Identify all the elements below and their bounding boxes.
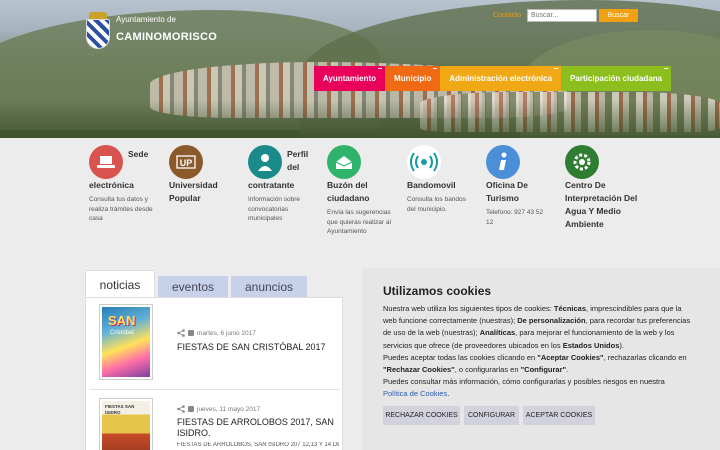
svg-text:UP: UP <box>180 158 193 168</box>
nav-administracion-electronica[interactable]: Administración electrónica <box>440 66 562 91</box>
quicklink-desc: Información sobre convocatorias municipa… <box>248 196 301 222</box>
news-excerpt: FIESTAS DE ARROLOBOS, SAN ISIDRO 207 12,… <box>177 442 339 448</box>
quicklink-sede-electronica[interactable]: Sede electrónica Consulta tus datos y re… <box>89 145 159 235</box>
news-divider <box>90 389 340 390</box>
nav-ayuntamiento[interactable]: Ayuntamiento <box>314 66 386 91</box>
configure-cookies-button[interactable]: CONFIGURAR <box>464 406 519 425</box>
quicklink-title: Sede <box>128 149 149 159</box>
cookie-text-part: . <box>447 389 450 399</box>
broadcast-icon <box>407 145 441 179</box>
cookie-text-part: Técnicas <box>553 304 587 313</box>
share-icon[interactable] <box>177 405 185 413</box>
nav-label: Administración electrónica <box>449 74 553 83</box>
nav-participacion-ciudadana[interactable]: Participación ciudadana <box>561 66 672 91</box>
news-date: martes, 6 junio 2017 <box>177 329 256 337</box>
accept-cookies-button[interactable]: ACEPTAR COOKIES <box>523 406 595 425</box>
share-icon[interactable] <box>177 329 185 337</box>
cookie-policy-link[interactable]: Política de Cookies <box>383 389 447 398</box>
quicklink-title: electrónica <box>89 180 134 190</box>
cookie-title: Utilizamos cookies <box>383 284 492 298</box>
cookie-text-part: Estados Unidos <box>562 340 620 350</box>
quicklink-universidad-popular[interactable]: UP Universidad Popular <box>169 145 239 215</box>
nav-label: Ayuntamiento <box>323 74 377 83</box>
cookie-text-part: , o configurarlas en <box>454 365 521 375</box>
cookie-banner: Utilizamos cookies Nuestra web utiliza l… <box>362 268 720 450</box>
news-thumbnail[interactable]: SAN Cristóbal <box>99 304 153 380</box>
up-icon: UP <box>169 145 203 179</box>
quicklink-desc: Consulta tus datos y realiza trámites de… <box>89 196 153 222</box>
gear-leaf-icon <box>565 145 599 179</box>
news-date-text: martes, 6 junio 2017 <box>197 329 256 337</box>
quicklink-title: Buzón del ciudadano <box>327 180 370 203</box>
cookie-text-part: "Aceptar Cookies" <box>537 352 604 362</box>
poster-text: SAN <box>108 313 136 328</box>
quicklink-buzon-ciudadano[interactable]: Buzón del ciudadano Envía las sugerencia… <box>327 145 397 240</box>
cookie-text-part: "Configurar" <box>520 365 567 375</box>
laptop-icon <box>89 145 123 179</box>
quicklink-desc: Consulta los bandos del municipio. <box>407 196 466 213</box>
cookie-text-part: "Rechazar Cookies" <box>383 365 455 375</box>
tab-eventos[interactable]: eventos <box>158 276 228 298</box>
quicklink-bandomovil[interactable]: Bandomovil Consulta los bandos del munic… <box>407 145 477 220</box>
cookie-text-part: Puedes consultar más información, cómo c… <box>383 377 665 387</box>
main-nav: Ayuntamiento Municipio Administración el… <box>314 66 672 91</box>
quicklink-centro-interpretacion[interactable]: Centro De Interpretación Del Agua Y Medi… <box>565 145 645 250</box>
calendar-icon <box>188 330 194 336</box>
search-button[interactable]: Buscar <box>599 9 638 22</box>
cookie-text-part: Nuestra web utiliza los siguientes tipos… <box>383 304 554 313</box>
contact-link[interactable]: Contacto <box>493 12 521 19</box>
cookie-text-part: De personalización <box>517 316 586 326</box>
news-title[interactable]: FIESTAS DE ARROLOBOS 2017, SAN ISIDRO. <box>177 417 337 439</box>
search-input[interactable] <box>527 9 597 22</box>
site-logo[interactable]: Ayuntamiento de CAMINOMORISCO <box>86 12 217 50</box>
news-thumbnail[interactable]: FIESTAS SAN ISIDRO <box>99 398 153 450</box>
nav-label: Municipio <box>394 74 432 83</box>
trees-bg <box>0 100 720 138</box>
tab-noticias[interactable]: noticias <box>85 270 155 298</box>
poster-text: FIESTAS SAN ISIDRO <box>105 404 135 415</box>
info-icon <box>486 145 520 179</box>
cookie-text-part: Analíticas <box>479 328 516 338</box>
quicklink-desc: Telefono: 927 43 52 12 <box>486 209 544 226</box>
tab-anuncios[interactable]: anuncios <box>231 276 307 298</box>
coat-of-arms-icon <box>86 12 110 50</box>
quicklink-title: Oficina De Turismo <box>486 180 529 203</box>
cookie-text-part: ). <box>619 340 624 350</box>
person-icon <box>248 145 282 179</box>
cookie-text: Nuestra web utiliza los siguientes tipos… <box>383 303 697 401</box>
quicklink-title: contratante <box>248 180 295 190</box>
calendar-icon <box>188 406 194 412</box>
cookie-text-part: . <box>566 365 569 375</box>
quicklink-title: Perfil del <box>287 149 309 172</box>
logo-title: CAMINOMORISCO <box>116 31 218 43</box>
quicklink-title: Centro De Interpretación Del Agua Y Medi… <box>565 180 638 229</box>
quicklink-perfil-contratante[interactable]: Perfil del contratante Información sobre… <box>248 145 320 235</box>
quicklink-title: Bandomovil <box>407 180 456 190</box>
logo-subtitle: Ayuntamiento de <box>116 15 176 24</box>
nav-municipio[interactable]: Municipio <box>385 66 441 91</box>
poster-text: Cristóbal <box>110 330 134 336</box>
quicklink-desc: Envía las sugerencias que quieras realiz… <box>327 209 391 235</box>
nav-label: Participación ciudadana <box>570 74 663 83</box>
quicklink-oficina-turismo[interactable]: Oficina De Turismo Telefono: 927 43 52 1… <box>486 145 556 230</box>
news-date: jueves, 11 mayo 2017 <box>177 405 260 413</box>
header-banner: Ayuntamiento de CAMINOMORISCO Contacto B… <box>0 0 720 138</box>
news-date-text: jueves, 11 mayo 2017 <box>197 405 261 413</box>
mailbox-icon <box>327 145 361 179</box>
quicklink-title: Universidad Popular <box>169 180 218 203</box>
cookie-text-part: Puedes aceptar todas las cookies clicand… <box>383 352 538 362</box>
reject-cookies-button[interactable]: RECHAZAR COOKIES <box>383 406 460 425</box>
cookie-text-part: , rechazarlas clicando en <box>603 352 687 362</box>
news-title[interactable]: FIESTAS DE SAN CRISTÓBAL 2017 <box>177 342 337 353</box>
